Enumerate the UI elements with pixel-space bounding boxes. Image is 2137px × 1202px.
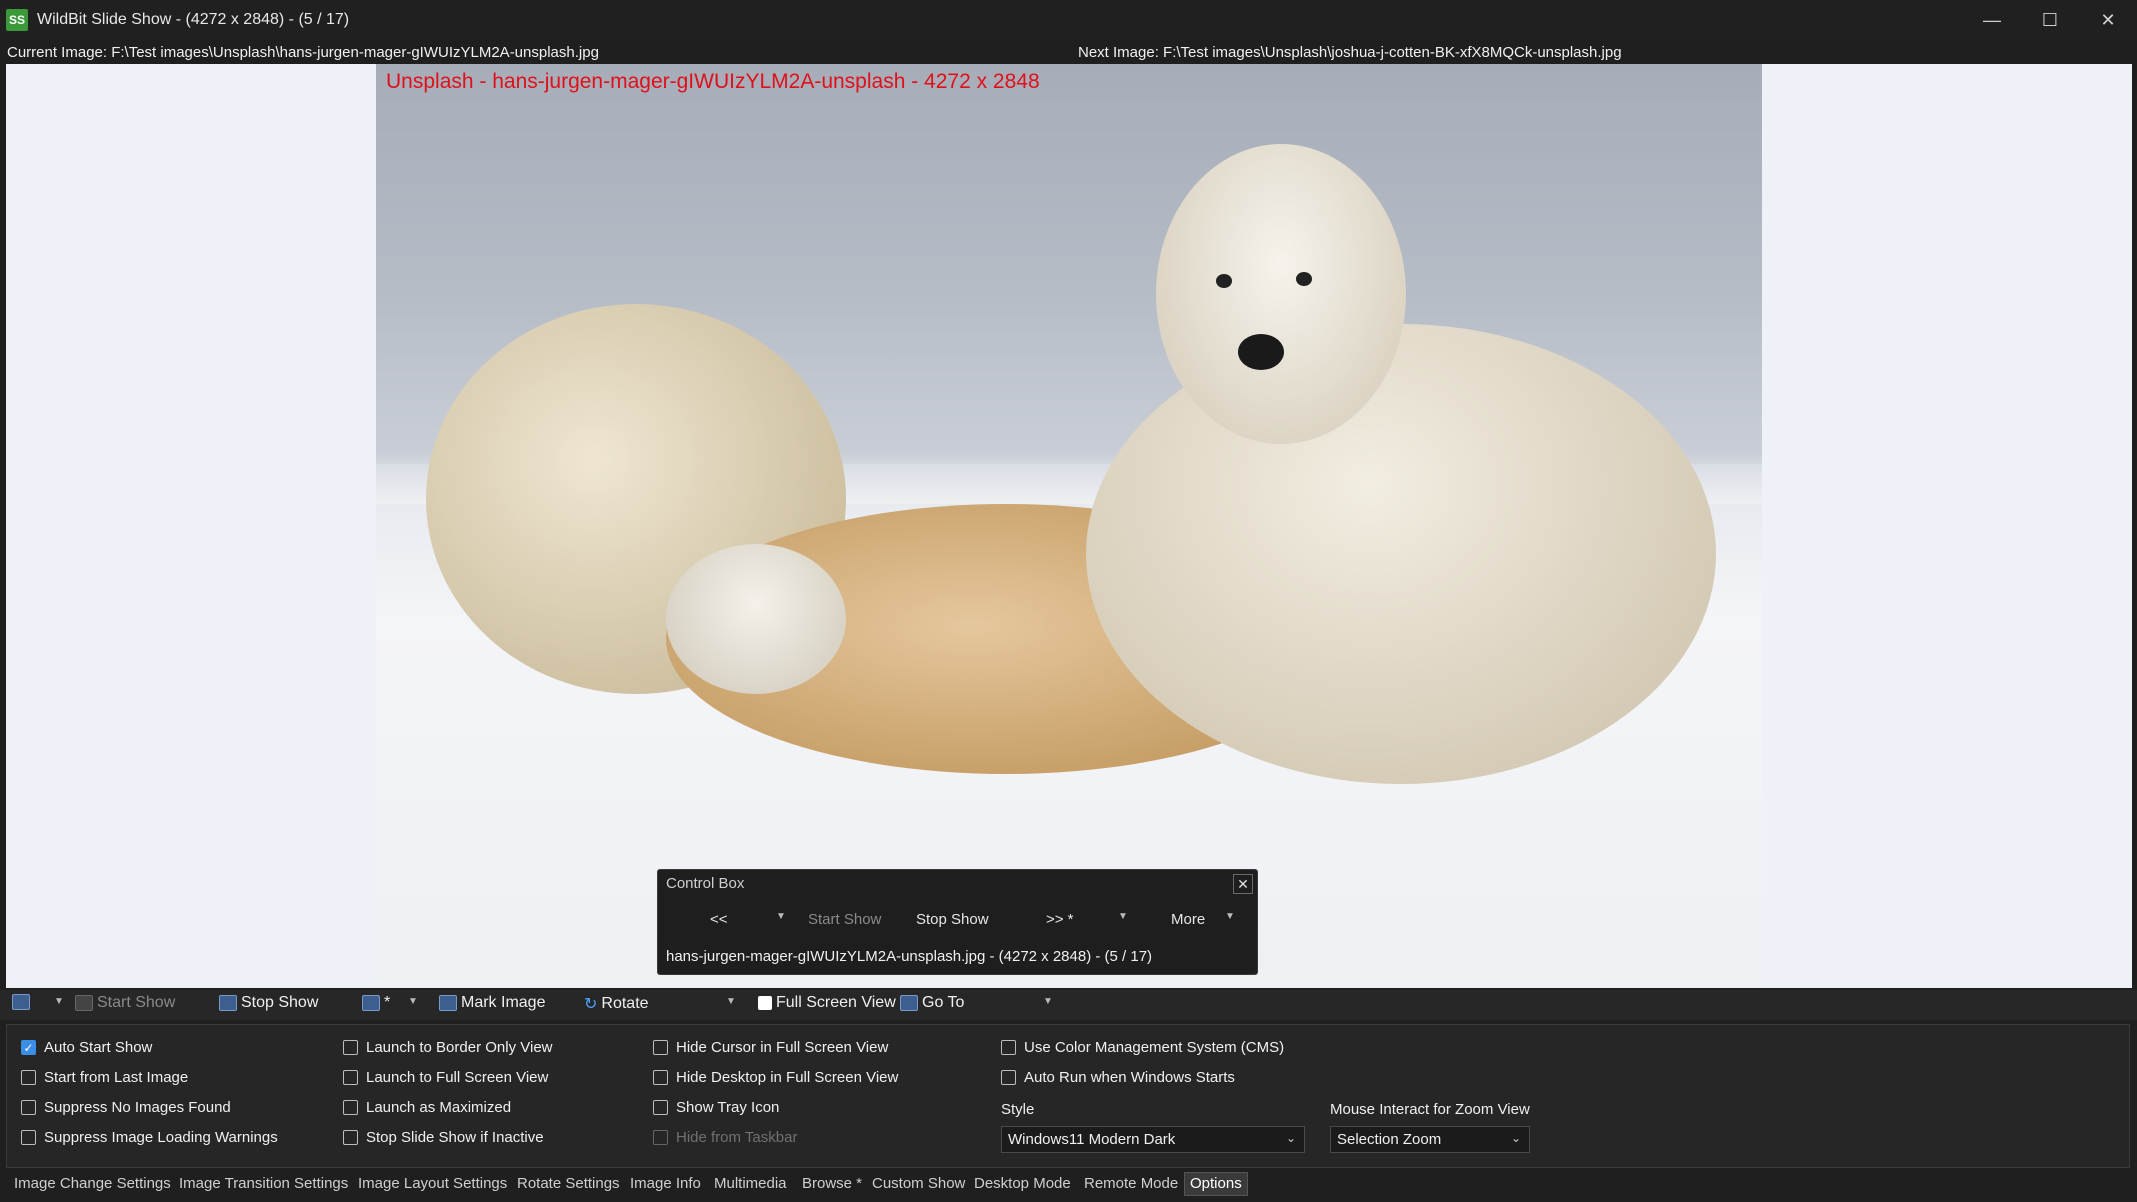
next-image-path: Next Image: F:\Test images\Unsplash\josh… — [1078, 44, 1622, 61]
tab-image-transition-settings[interactable]: Image Transition Settings — [176, 1173, 351, 1197]
tab-rotate-settings[interactable]: Rotate Settings — [514, 1173, 623, 1197]
tab-image-layout-settings[interactable]: Image Layout Settings — [355, 1173, 510, 1197]
window-title: WildBit Slide Show - (4272 x 2848) - (5 … — [37, 11, 350, 28]
show-tray-icon-checkbox[interactable]: Show Tray Icon — [653, 1099, 779, 1116]
hide-desktop-checkbox[interactable]: Hide Desktop in Full Screen View — [653, 1069, 898, 1086]
bear-eye-right — [1296, 272, 1312, 286]
use-cms-checkbox[interactable]: Use Color Management System (CMS) — [1001, 1039, 1284, 1056]
bear-nose — [1238, 334, 1284, 370]
tb-next-dropdown-icon[interactable]: ▼ — [408, 996, 418, 1007]
menu-button[interactable] — [12, 994, 34, 1010]
tab-options[interactable]: Options — [1184, 1172, 1248, 1196]
rotate-icon: ↻ — [584, 996, 598, 1013]
cb-stop-show-button[interactable]: Stop Show — [916, 911, 989, 928]
hide-from-taskbar-checkbox[interactable]: Hide from Taskbar — [653, 1129, 797, 1146]
suppress-no-images-checkbox[interactable]: Suppress No Images Found — [21, 1099, 231, 1116]
options-panel: ✓ Auto Start Show Start from Last Image S… — [6, 1024, 2130, 1168]
launch-border-only-checkbox[interactable]: Launch to Border Only View — [343, 1039, 553, 1056]
main-toolbar: ▼ Start Show Stop Show * ▼ Mark Image ↻ R… — [0, 990, 2137, 1020]
previous-button[interactable]: << — [710, 911, 728, 928]
chevron-down-icon: ⌄ — [1285, 1131, 1296, 1145]
tab-browse[interactable]: Browse * — [799, 1173, 865, 1197]
mark-image-button[interactable]: Mark Image — [439, 994, 545, 1012]
tab-image-info[interactable]: Image Info — [627, 1173, 704, 1197]
full-screen-button[interactable]: Full Screen View — [758, 994, 896, 1012]
current-image-path: Current Image: F:\Test images\Unsplash\h… — [7, 44, 599, 61]
control-box-title: Control Box — [666, 875, 745, 892]
image-caption: Unsplash - hans-jurgen-mager-gIWUIzYLM2A… — [386, 70, 1040, 93]
tab-desktop-mode[interactable]: Desktop Mode — [971, 1173, 1074, 1197]
stop-if-inactive-checkbox[interactable]: Stop Slide Show if Inactive — [343, 1129, 544, 1146]
go-to-button[interactable]: Go To — [900, 994, 964, 1012]
app-icon[interactable]: SS — [6, 9, 28, 31]
more-button[interactable]: More — [1171, 911, 1205, 928]
close-window-button[interactable]: ✕ — [2079, 0, 2137, 40]
window-controls: — ☐ ✕ — [1963, 0, 2137, 40]
image-viewer[interactable]: Unsplash - hans-jurgen-mager-gIWUIzYLM2A… — [6, 64, 2132, 988]
tb-next-button[interactable]: * — [362, 994, 390, 1012]
cb-start-show-button[interactable]: Start Show — [808, 911, 881, 928]
next-dropdown-icon[interactable]: ▼ — [1118, 911, 1128, 922]
tab-multimedia[interactable]: Multimedia — [711, 1173, 790, 1197]
style-label: Style — [1001, 1101, 1035, 1118]
tab-image-change-settings[interactable]: Image Change Settings — [11, 1173, 174, 1197]
monitor-icon — [12, 994, 30, 1010]
minimize-button[interactable]: — — [1963, 0, 2021, 40]
previous-dropdown-icon[interactable]: ▼ — [776, 911, 786, 922]
tb-start-show-button[interactable]: Start Show — [75, 994, 175, 1012]
auto-run-windows-checkbox[interactable]: Auto Run when Windows Starts — [1001, 1069, 1235, 1086]
image-info-bar: Current Image: F:\Test images\Unsplash\h… — [0, 42, 2137, 64]
start-from-last-image-checkbox[interactable]: Start from Last Image — [21, 1069, 188, 1086]
launch-maximized-checkbox[interactable]: Launch as Maximized — [343, 1099, 511, 1116]
tab-custom-show[interactable]: Custom Show — [869, 1173, 968, 1197]
tb-stop-show-button[interactable]: Stop Show — [219, 994, 318, 1012]
menu-dropdown-icon[interactable]: ▼ — [54, 996, 64, 1007]
polar-bear-photo — [376, 64, 1762, 988]
zoom-interact-select[interactable]: Selection Zoom ⌄ — [1330, 1126, 1530, 1153]
auto-start-show-checkbox[interactable]: ✓ Auto Start Show — [21, 1039, 152, 1056]
title-bar: SS WildBit Slide Show - (4272 x 2848) - … — [0, 0, 2137, 40]
settings-tabs: Image Change Settings Image Transition S… — [0, 1170, 2137, 1198]
rotate-dropdown-icon[interactable]: ▼ — [726, 996, 736, 1007]
next-image-icon — [362, 995, 380, 1011]
zoom-interact-label: Mouse Interact for Zoom View — [1330, 1101, 1530, 1118]
control-box-status: hans-jurgen-mager-gIWUIzYLM2A-unsplash.j… — [666, 948, 1153, 965]
control-box: Control Box ✕ << ▼ Start Show Stop Show … — [657, 869, 1258, 975]
bear-adult-body — [1086, 324, 1716, 784]
control-box-close-icon[interactable]: ✕ — [1233, 874, 1253, 894]
suppress-loading-warnings-checkbox[interactable]: Suppress Image Loading Warnings — [21, 1129, 278, 1146]
control-box-buttons: << ▼ Start Show Stop Show >> * ▼ More ▼ — [658, 908, 1259, 934]
stop-icon — [219, 995, 237, 1011]
chevron-down-icon: ⌄ — [1510, 1131, 1521, 1145]
maximize-button[interactable]: ☐ — [2021, 0, 2079, 40]
bear-cub-head — [666, 544, 846, 694]
mark-icon — [439, 995, 457, 1011]
fullscreen-icon — [758, 996, 772, 1010]
tab-remote-mode[interactable]: Remote Mode — [1081, 1173, 1181, 1197]
style-select[interactable]: Windows11 Modern Dark ⌄ — [1001, 1126, 1305, 1153]
next-button[interactable]: >> * — [1046, 911, 1074, 928]
bear-eye-left — [1216, 274, 1232, 288]
more-dropdown-icon[interactable]: ▼ — [1225, 911, 1235, 922]
bear-adult-head — [1156, 144, 1406, 444]
go-to-dropdown-icon[interactable]: ▼ — [1043, 996, 1053, 1007]
launch-full-screen-checkbox[interactable]: Launch to Full Screen View — [343, 1069, 548, 1086]
play-icon — [75, 995, 93, 1011]
rotate-button[interactable]: ↻ Rotate — [584, 994, 649, 1014]
goto-icon — [900, 995, 918, 1011]
hide-cursor-checkbox[interactable]: Hide Cursor in Full Screen View — [653, 1039, 888, 1056]
